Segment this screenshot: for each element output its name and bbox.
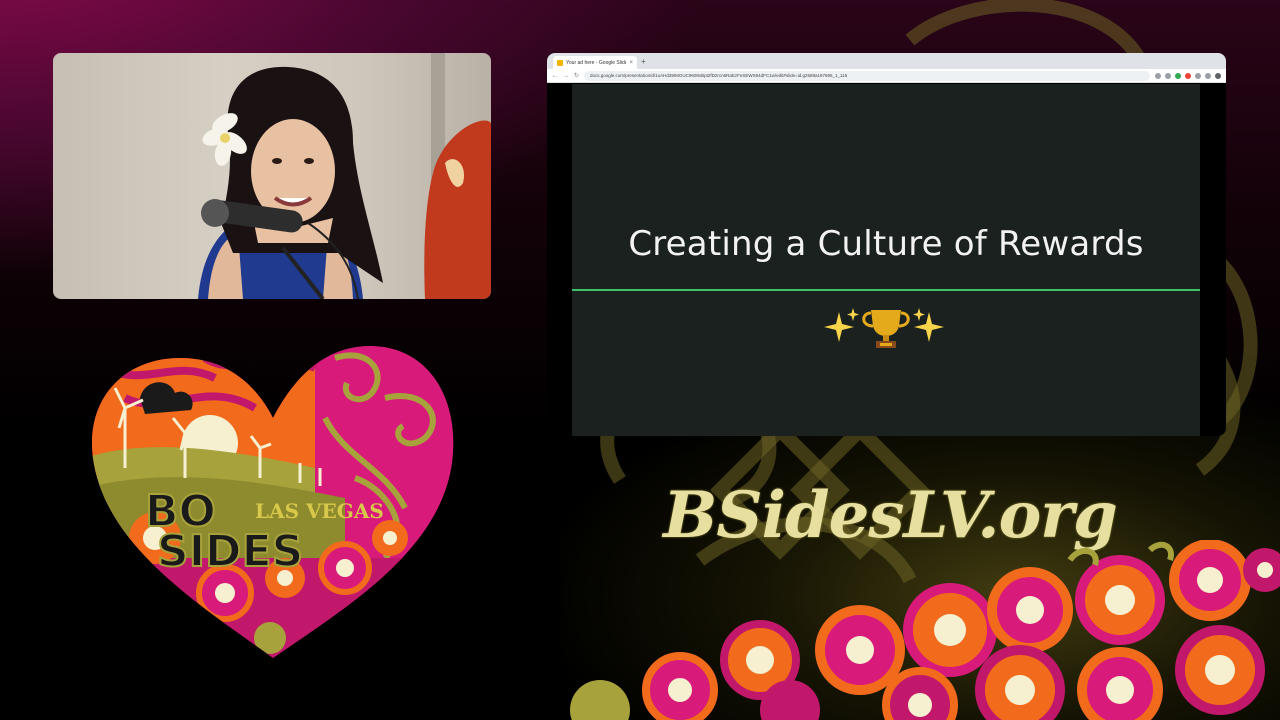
extension-icon[interactable] <box>1185 72 1191 79</box>
share-icon[interactable] <box>1155 72 1161 79</box>
tab-title: Your ad here - Google Slides <box>566 59 627 66</box>
logo-sides-text: SIDES <box>157 526 303 577</box>
bsides-las-vegas-logo: BO LAS VEGAS SIDES <box>91 346 454 658</box>
browser-tab[interactable]: Your ad here - Google Slides × <box>553 56 637 69</box>
extension-icons <box>1155 72 1221 79</box>
browser-window: Your ad here - Google Slides × + ← → ↻ d… <box>547 53 1226 436</box>
trophy-icon <box>824 308 944 348</box>
new-tab-icon[interactable]: + <box>641 57 646 66</box>
profile-avatar-icon[interactable] <box>1215 72 1221 79</box>
extension-icon[interactable] <box>1175 72 1181 79</box>
stream-stage: Your ad here - Google Slides × + ← → ↻ d… <box>0 0 1280 720</box>
bookmark-star-icon[interactable] <box>1165 72 1171 79</box>
presentation-slide: Creating a Culture of Rewards <box>572 84 1200 436</box>
browser-address-bar: ← → ↻ docs.google.com/presentation/d/1uA… <box>547 69 1226 83</box>
slide-title: Creating a Culture of Rewards <box>628 224 1144 264</box>
forward-icon[interactable]: → <box>563 73 569 79</box>
side-panel-icon[interactable] <box>1205 72 1211 79</box>
slide-divider <box>572 289 1200 291</box>
logo-las-vegas-text: LAS VEGAS <box>255 499 384 523</box>
url-text: docs.google.com/presentation/d/1uAHd39IM… <box>590 73 848 78</box>
google-slides-icon <box>557 59 563 66</box>
flower-decoration <box>570 540 1280 720</box>
browser-tab-bar: Your ad here - Google Slides × + <box>547 53 1226 69</box>
reload-icon[interactable]: ↻ <box>574 72 579 79</box>
close-icon[interactable]: × <box>629 60 633 66</box>
sparkles-trophy-icon <box>572 306 1200 350</box>
download-icon[interactable] <box>1195 72 1201 79</box>
url-field[interactable]: docs.google.com/presentation/d/1uAHd39IM… <box>584 70 1150 81</box>
speaker-webcam <box>53 53 491 299</box>
back-icon[interactable]: ← <box>552 73 558 79</box>
speaker-video-frame <box>198 53 491 299</box>
